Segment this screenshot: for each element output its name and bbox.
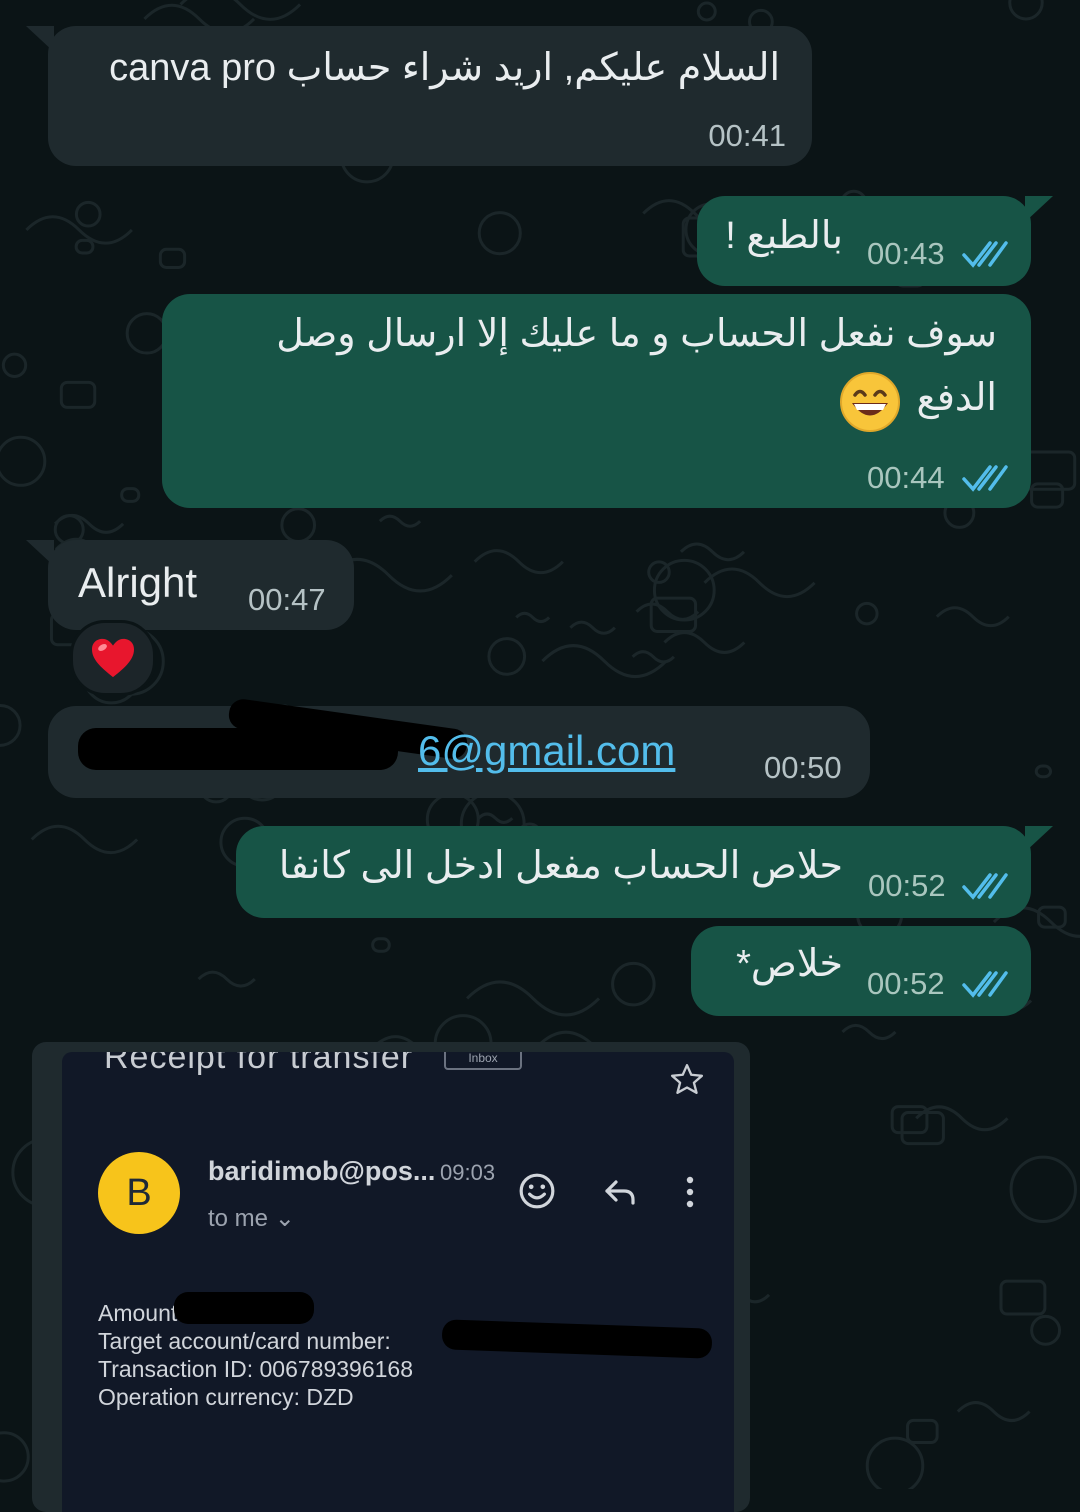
read-ticks-icon [962, 971, 1008, 998]
image-message[interactable]: Receipt for transfer Inbox B baridimob@p… [32, 1042, 750, 1512]
wallpaper-doodle [663, 631, 746, 654]
amount-line: Amount: [98, 1300, 184, 1326]
wallpaper-doodle [197, 970, 256, 988]
wallpaper-doodle [1030, 1314, 1062, 1346]
wallpaper-doodle [477, 211, 522, 256]
wallpaper-doodle [1, 352, 28, 378]
read-ticks-icon [962, 873, 1008, 900]
chevron-down-icon: ⌄ [274, 1205, 295, 1232]
transaction-id-line: Transaction ID: 006789396168 [98, 1356, 413, 1382]
wallpaper-doodle [696, 1, 717, 22]
wallpaper-doodle [477, 812, 514, 824]
wallpaper-doodle [371, 937, 391, 953]
wallpaper-doodle [0, 435, 47, 487]
wallpaper-doodle [679, 542, 746, 562]
read-ticks-icon [962, 465, 1008, 492]
reply-icon [605, 1180, 635, 1205]
message-time: 00:44 [867, 460, 945, 495]
wallpaper-doodle [473, 549, 564, 575]
wallpaper-doodle [125, 312, 169, 355]
wallpaper-doodle [900, 1111, 945, 1146]
inbox-badge: Inbox [444, 1052, 522, 1070]
message-time: 00:52 [867, 966, 945, 1001]
message-text: بالطبع ! [725, 215, 843, 257]
heart-icon [92, 638, 134, 678]
wallpaper-doodle [0, 703, 22, 747]
wallpaper-doodle [956, 1401, 1031, 1422]
wallpaper-doodle [1009, 1155, 1077, 1223]
wallpaper-doodle [74, 200, 102, 228]
receipt-screenshot: Receipt for transfer Inbox B baridimob@p… [62, 1052, 734, 1512]
redaction-mark [441, 1319, 713, 1359]
email-time: 09:03 [440, 1160, 496, 1185]
message-text-line1: سوف نفعل الحساب و ما عليك إلا ارسال وصل [276, 313, 997, 355]
avatar: B [98, 1152, 180, 1234]
message-bubble-outgoing[interactable]: حلاص الحساب مفعل ادخل الى كانفا 00:52 [236, 826, 1053, 918]
wallpaper-doodle [631, 650, 675, 664]
email-recipient: to me ⌄ [208, 1205, 295, 1232]
wallpaper-doodle [841, 1023, 897, 1041]
wallpaper-doodle [0, 1431, 30, 1483]
wallpaper-doodle [915, 1105, 1009, 1132]
receipt-title: Receipt for transfer [104, 1052, 414, 1076]
wallpaper-doodle [30, 824, 139, 854]
more-options-icon [686, 1176, 694, 1208]
wallpaper-doodle [611, 961, 656, 1007]
wallpaper-doodle [53, 513, 125, 534]
wallpaper-doodle [466, 980, 601, 1017]
message-bubble-outgoing[interactable]: بالطبع ! 00:43 [697, 196, 1053, 286]
wallpaper-doodle [703, 567, 816, 598]
wallpaper-doodle [120, 487, 141, 503]
wallpaper-doodle [1030, 482, 1065, 509]
message-bubble-outgoing[interactable]: خلاص* 00:52 [691, 926, 1031, 1016]
wallpaper-doodle [487, 637, 527, 676]
message-time: 00:52 [868, 868, 946, 903]
target-account-line: Target account/card number: [98, 1328, 391, 1354]
emoji-reaction-icon [519, 1173, 555, 1209]
wallpaper-doodle [569, 620, 616, 635]
wallpaper-doodle [515, 611, 551, 624]
message-bubble-outgoing[interactable]: سوف نفعل الحساب و ما عليك إلا ارسال وصل … [162, 294, 1031, 508]
email-sender: baridimob@pos... [208, 1156, 436, 1186]
wallpaper-doodle [74, 238, 95, 255]
message-bubble-incoming[interactable]: Alright 00:47 [26, 540, 354, 630]
wallpaper-doodle [158, 247, 187, 269]
wallpaper-doodle [865, 1436, 925, 1489]
email-link[interactable]: 6@gmail.com [418, 726, 675, 776]
wallpaper-doodle [855, 601, 879, 626]
message-bubble-incoming[interactable]: 6@gmail.com 00:50 [48, 697, 870, 798]
message-bubble-incoming[interactable]: السلام عليكم, اريد شراء حساب canva pro 0… [26, 26, 812, 166]
grinning-face-icon [840, 372, 900, 432]
message-time: 00:43 [867, 236, 945, 271]
wallpaper-doodle [906, 1418, 939, 1445]
wallpaper-doodle [1008, 0, 1044, 21]
read-ticks-icon [962, 241, 1008, 268]
star-icon [670, 1064, 704, 1094]
wallpaper-doodle [935, 606, 1010, 628]
wallpaper-doodle [999, 1279, 1047, 1316]
message-time: 00:41 [708, 118, 786, 153]
wallpaper-doodle [280, 507, 317, 543]
reaction-badge[interactable] [70, 620, 156, 696]
wallpaper-doodle [890, 1105, 929, 1135]
wallpaper-doodle [541, 644, 668, 678]
message-text: السلام عليكم, اريد شراء حساب canva pro [109, 47, 780, 89]
wallpaper-doodle [635, 602, 700, 621]
redaction-mark [174, 1292, 314, 1324]
wallpaper-doodle [652, 558, 716, 622]
message-text: خلاص* [736, 943, 843, 985]
wallpaper-doodle [1034, 764, 1053, 779]
message-time: 00:47 [248, 582, 326, 617]
message-text: Alright [78, 559, 198, 606]
message-text-line2: الدفع [916, 377, 997, 419]
message-time: 00:50 [764, 750, 842, 785]
currency-line: Operation currency: DZD [98, 1384, 354, 1410]
wallpaper-doodle [59, 380, 97, 409]
message-text: حلاص الحساب مفعل ادخل الى كانفا [278, 845, 843, 887]
wallpaper-doodle [378, 514, 422, 528]
